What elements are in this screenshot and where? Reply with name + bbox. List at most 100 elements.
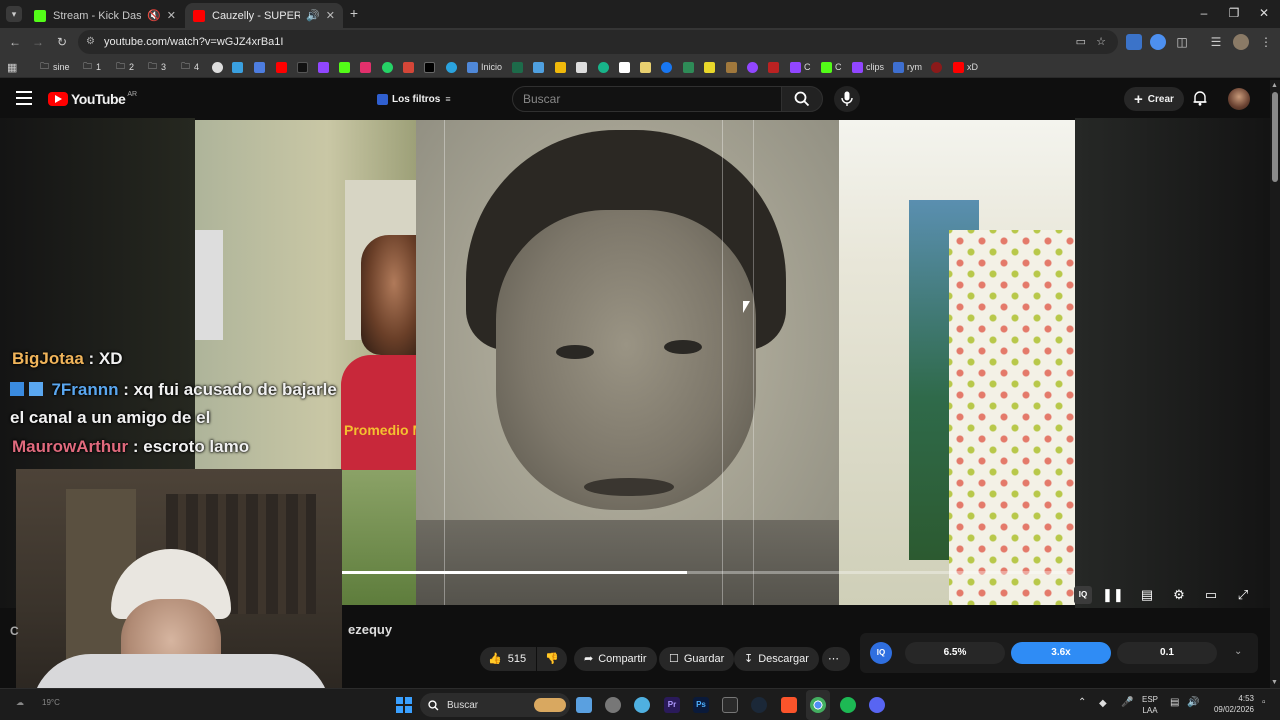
close-tab-icon[interactable]: ✕ — [326, 9, 335, 22]
video-progress-track[interactable] — [342, 571, 1075, 574]
bookmark-whatsapp[interactable] — [382, 60, 396, 74]
save-button[interactable]: ☐ Guardar — [659, 647, 735, 671]
search-input[interactable]: Buscar — [512, 86, 782, 112]
account-avatar[interactable] — [1228, 88, 1250, 110]
bookmark-binance[interactable] — [555, 60, 569, 74]
bookmark-rym[interactable]: rym — [893, 60, 922, 74]
bookmark-x[interactable] — [424, 60, 438, 74]
brave-icon[interactable] — [781, 697, 797, 713]
windows-start-icon[interactable] — [396, 697, 412, 713]
scrollbar-thumb[interactable] — [1272, 92, 1278, 182]
tray-overflow-icon[interactable]: ⌃ — [1078, 697, 1086, 708]
epic-games-icon[interactable] — [722, 697, 738, 713]
uploader-name[interactable]: ezequy — [348, 622, 392, 637]
extension-stat-pill-active[interactable]: 3.6x — [1011, 642, 1111, 664]
task-view-icon[interactable] — [576, 697, 592, 713]
voice-search-button[interactable] — [834, 86, 860, 112]
photoshop-icon[interactable]: Ps — [693, 697, 709, 713]
bookmark-star-icon[interactable]: ☆ — [1096, 30, 1106, 54]
hamburger-menu-icon[interactable] — [16, 91, 32, 105]
taskbar-search-box[interactable]: Buscar — [420, 693, 570, 717]
restore-window-icon[interactable]: ❐ — [1226, 5, 1242, 21]
new-tab-button[interactable]: + — [346, 5, 362, 21]
steam-icon[interactable] — [751, 697, 767, 713]
bookmark-site-j[interactable] — [747, 60, 761, 74]
tray-app-icon[interactable]: ◆ — [1099, 698, 1107, 709]
bookmark-site-h[interactable] — [704, 60, 718, 74]
app-icon[interactable] — [605, 697, 621, 713]
keyboard-language[interactable]: ESP LAA — [1142, 694, 1158, 716]
bookmark-site-d[interactable] — [598, 60, 612, 74]
bookmark-site-g[interactable] — [683, 60, 697, 74]
premiere-icon[interactable]: Pr — [664, 697, 680, 713]
scroll-up-arrow-icon[interactable]: ▲ — [1271, 82, 1278, 89]
tab-search-button[interactable]: ▾ — [6, 6, 22, 22]
bookmark-telegram[interactable] — [446, 60, 460, 74]
forward-icon[interactable]: → — [30, 34, 46, 50]
minimize-window-icon[interactable]: – — [1196, 5, 1212, 21]
tray-microphone-icon[interactable]: 🎤 — [1121, 697, 1133, 708]
apps-icon[interactable]: ▦ — [7, 60, 17, 74]
pause-icon[interactable]: ❚❚ — [1102, 586, 1124, 604]
youtube-logo[interactable]: YouTube AR — [48, 91, 137, 107]
scroll-down-arrow-icon[interactable]: ▼ — [1271, 679, 1278, 686]
bookmark-folder-sine[interactable]: 🗀 sine — [40, 60, 70, 74]
network-icon[interactable]: ▤ — [1170, 697, 1179, 708]
extension-stat-pill[interactable]: 0.1 — [1117, 642, 1217, 664]
extension-icon[interactable] — [1150, 34, 1166, 50]
dislike-button[interactable]: 👎 — [537, 647, 567, 671]
notifications-bell-icon[interactable] — [1192, 90, 1208, 106]
bookmark-site[interactable] — [232, 60, 246, 74]
extension-stat-pill[interactable]: 6.5% — [905, 642, 1005, 664]
bookmark-youtube[interactable] — [276, 60, 290, 74]
weather-widget[interactable]: ☁ 19°C — [16, 698, 60, 707]
tab-kick-dashboard[interactable]: Stream - Kick Dashboard 🔇 ✕ — [26, 3, 184, 28]
bookmark-inicio[interactable]: Inicio — [467, 60, 502, 74]
page-scrollbar[interactable]: ▲ ▼ — [1270, 80, 1280, 688]
more-actions-button[interactable]: ⋯ — [822, 647, 850, 671]
extension-expand-chevron-icon[interactable]: ⌄ — [1234, 646, 1242, 657]
subtitles-icon[interactable]: ▤ — [1138, 586, 1156, 604]
translate-extension-icon[interactable] — [1126, 34, 1142, 50]
bookmark-folder-3[interactable]: 🗀 3 — [148, 60, 166, 74]
bookmark-kick-c[interactable]: C — [821, 60, 842, 74]
bookmark-folder-4[interactable]: 🗀 4 — [181, 60, 199, 74]
extension-logo-icon[interactable]: IQ — [870, 642, 892, 664]
bookmark-twitch[interactable] — [318, 60, 332, 74]
bookmark-site-f[interactable] — [640, 60, 654, 74]
bookmark-gmail[interactable] — [403, 60, 417, 74]
settings-gear-icon[interactable]: ⚙ — [1170, 586, 1188, 604]
close-window-icon[interactable]: ✕ — [1256, 5, 1272, 21]
bookmark-kick[interactable] — [339, 60, 353, 74]
cast-icon[interactable]: ▭ — [1076, 30, 1086, 54]
reload-icon[interactable]: ↻ — [54, 34, 70, 50]
bookmark-translate[interactable] — [254, 60, 268, 74]
audio-icon[interactable]: 🔊 — [306, 9, 320, 22]
close-tab-icon[interactable]: ✕ — [167, 9, 176, 22]
address-bar[interactable]: ⚙ youtube.com/watch?v=wGJZ4xrBa1I ▭ ☆ — [78, 30, 1118, 54]
bookmark-tiktok[interactable] — [297, 60, 311, 74]
media-control-icon[interactable]: ☰ — [1208, 34, 1224, 50]
bookmark-twitch-c[interactable]: C — [790, 60, 811, 74]
discord-icon[interactable] — [869, 697, 885, 713]
volume-icon[interactable]: 🔊 — [1187, 697, 1199, 708]
bookmark-site-c[interactable] — [576, 60, 590, 74]
fullscreen-icon[interactable]: ⤢ — [1234, 586, 1252, 604]
filters-button[interactable]: Los filtros ≡ — [377, 89, 451, 109]
like-button[interactable]: 👍 515 — [480, 647, 536, 671]
bookmark-folder-2[interactable]: 🗀 2 — [116, 60, 134, 74]
clock[interactable]: 4:53 09/02/2026 — [1206, 693, 1254, 715]
site-info-icon[interactable]: ⚙ — [86, 30, 95, 54]
theater-mode-icon[interactable]: ▭ — [1202, 586, 1220, 604]
bookmark-site-i[interactable] — [726, 60, 740, 74]
spotify-icon[interactable] — [840, 697, 856, 713]
extensions-puzzle-icon[interactable]: ◫ — [1174, 34, 1190, 50]
bookmark-site-a[interactable] — [512, 60, 526, 74]
bookmark-clips[interactable]: clips — [852, 60, 884, 74]
bookmark-site-k[interactable] — [768, 60, 782, 74]
tab-youtube-video[interactable]: Cauzelly - SUPERCAUSA (Y 🔊 ✕ — [185, 3, 343, 28]
bookmark-site-l[interactable] — [931, 60, 945, 74]
bookmark-xd[interactable]: xD — [953, 60, 978, 74]
bookmark-site-e[interactable] — [619, 60, 633, 74]
mute-icon[interactable]: 🔇 — [147, 9, 161, 22]
